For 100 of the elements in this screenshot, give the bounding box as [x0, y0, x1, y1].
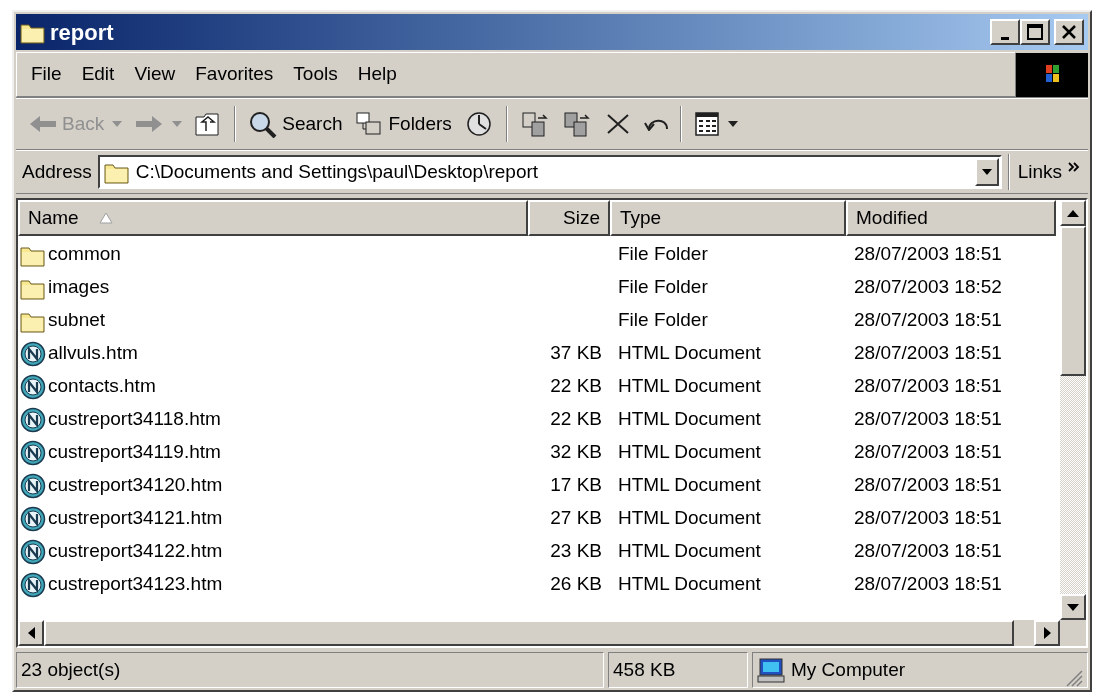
status-text: 23 object(s)	[16, 652, 604, 688]
html-document-icon	[20, 571, 46, 598]
table-cell-text: HTML Document	[617, 407, 762, 432]
copy-to-icon	[561, 110, 592, 138]
table-cell-text: 28/07/2003 18:51	[853, 506, 1003, 531]
table-cell-text: 28/07/2003 18:51	[853, 572, 1003, 597]
menu-item[interactable]: Favorites	[189, 60, 280, 89]
menu-item[interactable]: File	[25, 60, 68, 89]
menu-item[interactable]: Edit	[75, 60, 121, 89]
chevron-icon	[1068, 161, 1080, 172]
table-cell-text: 17 KB	[550, 473, 602, 498]
back-arrow-icon	[28, 113, 58, 135]
scroll-up-button[interactable]	[1060, 200, 1086, 226]
move-to-icon	[519, 110, 550, 138]
menu-item[interactable]: Help	[351, 60, 403, 89]
status-text: 458 KB	[608, 652, 748, 688]
scrollbar-corner	[1060, 620, 1086, 646]
table-cell-text: 28/07/2003 18:51	[853, 440, 1003, 465]
html-document-icon	[20, 439, 46, 466]
menu-item[interactable]: View	[128, 60, 182, 89]
left-arrow-icon	[27, 627, 35, 639]
down-arrow-icon	[1067, 603, 1079, 611]
address-label: Address	[22, 159, 92, 184]
table-cell-text: 27 KB	[550, 506, 602, 531]
dropdown-button[interactable]	[974, 158, 999, 186]
file-name[interactable]: allvuls.htm	[48, 339, 138, 368]
table-cell-text: 28/07/2003 18:52	[853, 275, 1003, 300]
file-name[interactable]: custreport34121.htm	[48, 504, 223, 533]
dropdown-caret-icon	[172, 121, 183, 127]
table-cell-text: 28/07/2003 18:51	[853, 407, 1003, 432]
maximize-icon	[1027, 24, 1043, 40]
window-title: report	[50, 18, 114, 47]
views-icon	[693, 111, 720, 137]
table-cell-text: HTML Document	[617, 341, 762, 366]
table-cell-text: 23 KB	[550, 539, 602, 564]
search-button[interactable]: Search	[244, 104, 347, 144]
html-document-icon	[20, 373, 46, 400]
table-cell-text: File Folder	[617, 242, 709, 267]
table-cell-text: 37 KB	[550, 341, 602, 366]
vertical-scrollbar[interactable]	[1060, 200, 1086, 620]
scroll-right-button[interactable]	[1034, 620, 1060, 646]
file-name[interactable]: contacts.htm	[48, 372, 156, 401]
table-cell-text: 28/07/2003 18:51	[853, 539, 1003, 564]
windows-logo	[1016, 52, 1088, 97]
search-icon	[248, 110, 279, 138]
column-header[interactable]: Name	[18, 200, 528, 236]
file-name[interactable]: subnet	[48, 306, 106, 335]
table-cell-text: 28/07/2003 18:51	[853, 308, 1003, 333]
close-button[interactable]	[1054, 19, 1084, 45]
table-cell-text: 22 KB	[550, 374, 602, 399]
undo-icon	[643, 117, 668, 131]
status-text: My Computer	[791, 657, 906, 682]
computer-icon	[757, 657, 785, 683]
close-icon	[1061, 24, 1077, 40]
html-document-icon	[20, 406, 46, 433]
file-name[interactable]: custreport34119.htm	[48, 438, 221, 467]
column-header[interactable]: Type	[610, 200, 846, 236]
scroll-left-button[interactable]	[18, 620, 44, 646]
table-cell-text: 32 KB	[550, 440, 602, 465]
folders-button[interactable]: Folders	[350, 104, 456, 144]
up-arrow-icon	[1067, 209, 1079, 217]
html-document-icon	[20, 340, 46, 367]
column-header[interactable]: Size	[528, 200, 610, 236]
table-cell-text: HTML Document	[617, 440, 762, 465]
right-arrow-icon	[1043, 627, 1051, 639]
minimize-button[interactable]	[990, 19, 1020, 45]
sort-arrow-icon	[98, 212, 113, 224]
scroll-thumb[interactable]	[1060, 226, 1086, 376]
table-cell-text: 28/07/2003 18:51	[853, 473, 1003, 498]
file-name[interactable]: images	[48, 273, 110, 302]
table-cell-text: 26 KB	[550, 572, 602, 597]
table-cell-text: 28/07/2003 18:51	[853, 341, 1003, 366]
table-cell-text: 22 KB	[550, 407, 602, 432]
dropdown-caret-icon	[727, 121, 738, 127]
table-cell-text: HTML Document	[617, 374, 762, 399]
file-name[interactable]: custreport34120.htm	[48, 471, 223, 500]
table-cell-text: HTML Document	[617, 506, 762, 531]
address-field[interactable]: C:\Documents and Settings\paul\Desktop\report	[97, 155, 1002, 189]
html-document-icon	[20, 538, 46, 565]
file-name[interactable]: custreport34122.htm	[48, 537, 223, 566]
column-header[interactable]: Modified	[846, 200, 1056, 236]
html-document-icon	[20, 505, 46, 532]
links-button[interactable]: Links	[1015, 157, 1082, 187]
table-cell-text: File Folder	[617, 275, 709, 300]
table-cell-text: 28/07/2003 18:51	[853, 374, 1003, 399]
html-document-icon	[20, 472, 46, 499]
table-cell-text: HTML Document	[617, 539, 762, 564]
menu-item[interactable]: Tools	[287, 60, 344, 89]
table-cell-text: 28/07/2003 18:51	[853, 242, 1003, 267]
dropdown-caret-icon	[112, 121, 123, 127]
file-name[interactable]: common	[48, 240, 121, 269]
table-cell-text: HTML Document	[617, 473, 762, 498]
caret-icon	[981, 169, 992, 175]
file-name[interactable]: custreport34123.htm	[48, 570, 223, 599]
file-name[interactable]: custreport34118.htm	[48, 405, 221, 434]
table-cell-text: HTML Document	[617, 572, 762, 597]
table-cell-text: File Folder	[617, 308, 709, 333]
scroll-down-button[interactable]	[1060, 594, 1086, 620]
maximize-button[interactable]	[1020, 19, 1050, 45]
minimize-icon	[1001, 37, 1009, 40]
